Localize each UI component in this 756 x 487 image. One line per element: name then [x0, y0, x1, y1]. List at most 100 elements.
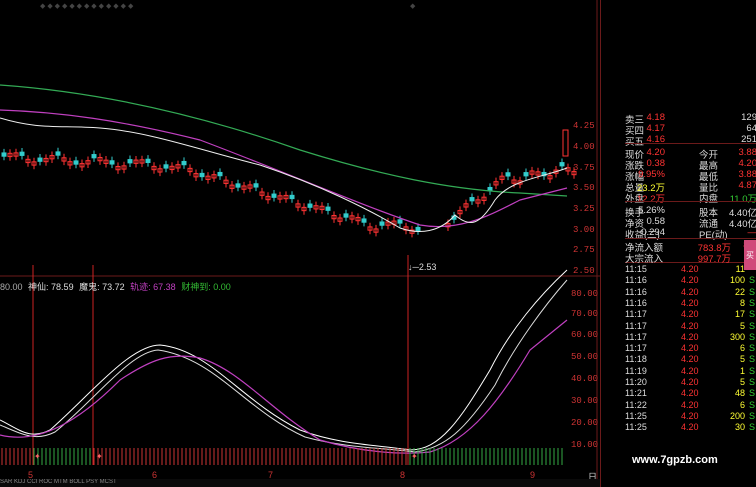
flow-row: 净流入额783.8万8% — [625, 240, 756, 254]
quote-row: 涨跌 0.38 最高 4.20 — [625, 158, 756, 172]
quote-label: 买五 — [625, 134, 644, 148]
signal-marker-icon: ✦ — [411, 452, 418, 461]
separator — [625, 201, 756, 202]
price-tick: 2.50 — [573, 266, 595, 276]
chart-area[interactable]: ✦ ✦ ✦ ◆ ◆ ◆ ◆ ◆ ◆ ◆ ◆ ◆ ◆ ◆ ◆ ◆ ◆ 4.25 4.0… — [0, 0, 600, 487]
candle-body — [343, 213, 349, 218]
candle-body — [145, 158, 151, 164]
tick-volume: 6 — [739, 399, 745, 410]
kline-chart[interactable]: ✦ ✦ ✦ — [0, 0, 600, 487]
osc-tick: 40.00 — [571, 374, 599, 384]
quote-value: 4.87 — [738, 180, 756, 191]
tick-row: 11:25 4.20 200 S — [625, 411, 756, 422]
tick-flag: S — [748, 286, 755, 297]
quote-value: 9.95% — [638, 169, 665, 180]
osc-tick: 30.00 — [571, 396, 599, 406]
tick-row: 11:17 4.20 17 S — [625, 309, 756, 320]
quote-value: 0.38 — [646, 158, 666, 169]
candle-body — [1, 152, 7, 157]
tick-price: 4.20 — [681, 422, 699, 433]
quote-row: 涨幅 9.95% 最低 3.88 — [625, 169, 756, 183]
tick-price: 4.20 — [681, 320, 699, 331]
tick-flag: S — [748, 331, 755, 342]
tick-price: 4.20 — [681, 297, 699, 308]
tick-flag: S — [748, 297, 755, 308]
candle-body — [562, 129, 569, 157]
tick-price: 4.20 — [681, 275, 699, 286]
price-tick: 3.75 — [573, 163, 595, 173]
tick-time: 11:16 — [625, 275, 647, 286]
tick-time: 11:21 — [625, 388, 647, 399]
tick-flag: S — [748, 275, 755, 286]
candle-body — [307, 203, 313, 208]
candle-body — [19, 151, 25, 156]
price-tick: 3.25 — [573, 204, 595, 214]
osc-line-shenxian — [0, 269, 568, 451]
candle-body — [289, 194, 295, 200]
tick-row: 11:16 4.20 22 S — [625, 287, 756, 298]
quote-value: 4.17 — [646, 123, 666, 134]
candle-body — [523, 172, 529, 177]
quote-label: 内盘 — [699, 194, 719, 205]
osc-tick: 20.00 — [571, 418, 599, 428]
quote-row: 净资 0.58 流通 4.40亿 — [625, 216, 756, 230]
candle-body — [361, 218, 367, 223]
candle-body — [73, 160, 79, 165]
tick-row: 11:15 4.20 11 — [625, 264, 756, 275]
tick-volume: 22 — [734, 286, 745, 297]
osc-line-mogui — [0, 279, 568, 453]
tick-volume: 1 — [739, 365, 745, 376]
separator — [625, 238, 756, 239]
candle-body — [217, 171, 223, 177]
quote-value: 3.88 — [738, 169, 756, 180]
price-tick: 4.00 — [573, 142, 595, 152]
quote-row: 买四 4.17 64 — [625, 123, 756, 137]
quote-value: 4.20 — [738, 158, 756, 169]
tick-price: 4.20 — [681, 399, 699, 410]
tick-row: 11:16 4.20 100 S — [625, 275, 756, 286]
quote-value: 12.2万 — [637, 194, 665, 205]
tick-time: 11:22 — [625, 399, 647, 410]
tick-row: 11:20 4.20 5 S — [625, 377, 756, 388]
osc-tick: 50.00 — [571, 352, 599, 362]
price-tick: 2.75 — [573, 245, 595, 255]
toolbar-icons[interactable]: ◆ ◆ ◆ ◆ ◆ ◆ ◆ ◆ ◆ ◆ ◆ ◆ ◆ — [40, 2, 133, 10]
tick-time: 11:18 — [625, 354, 647, 365]
tick-time: 11:15 — [625, 264, 647, 274]
toolbar-icon[interactable]: ◆ — [410, 2, 415, 10]
tick-volume: 8 — [739, 297, 745, 308]
ma-short-line — [0, 117, 568, 233]
tick-flag: S — [748, 320, 755, 331]
tick-flag: S — [748, 309, 755, 320]
tick-price: 4.20 — [681, 309, 699, 320]
quote-value: 11.0万 — [729, 194, 756, 205]
tick-flag: S — [748, 365, 755, 376]
indicator-tabs[interactable]: SAR KDJ CCI ROC MTM BOLL PSY MCST — [0, 479, 600, 487]
candle-body — [271, 193, 277, 198]
osc-tick: 70.00 — [571, 309, 599, 319]
ma-long-line — [0, 84, 568, 197]
quote-panel: 卖三4.18129买四4.1764买五4.16251现价4.20今开3.88涨跌… — [600, 0, 756, 487]
quote-row: 卖三 4.18 129 — [625, 112, 756, 126]
tick-volume: 300 — [729, 331, 745, 342]
separator — [625, 143, 756, 144]
tick-price: 4.20 — [681, 343, 699, 354]
tick-price: 4.20 — [681, 354, 699, 365]
candle-body — [109, 160, 115, 165]
quote-row: 收益(二)-0.294PE(动)— — [625, 227, 756, 241]
candle-body — [397, 219, 403, 224]
watermark-text: www.7gpzb.com — [632, 454, 718, 466]
tick-volume: 30 — [734, 422, 745, 433]
quote-value: 4.18 — [646, 112, 666, 123]
candle-body — [163, 164, 169, 169]
buy-side-button[interactable]: 买 — [744, 240, 756, 270]
osc-tick: 80.00 — [571, 289, 599, 299]
signal-marker-icon: ✦ — [96, 452, 103, 461]
tick-volume: 17 — [734, 309, 745, 320]
indicator-value: 80.00 — [0, 282, 23, 292]
tick-price: 4.20 — [681, 264, 699, 274]
indicator-mogui: 魔鬼: 73.72 — [79, 282, 125, 292]
tick-time: 11:25 — [625, 410, 647, 421]
low-price-marker: ↓─2.53 — [408, 262, 437, 272]
tick-flag: S — [748, 388, 755, 399]
